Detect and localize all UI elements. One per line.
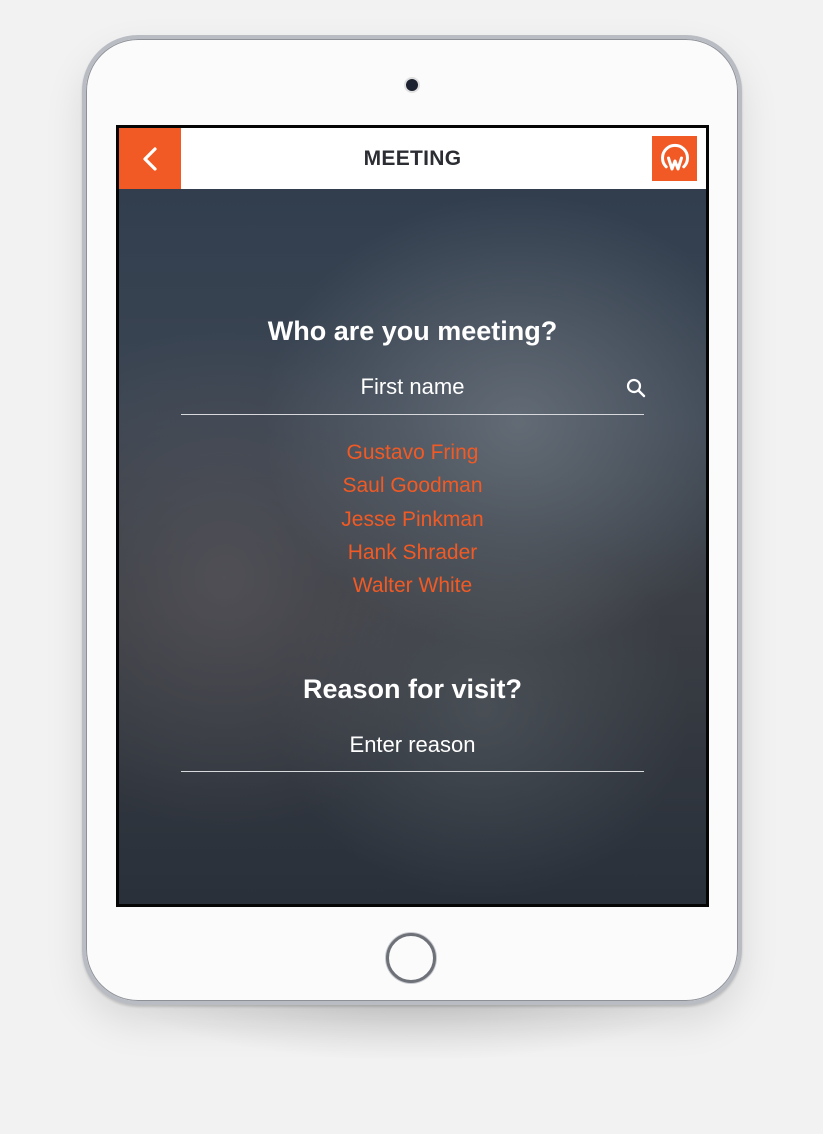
- camera-icon: [406, 79, 418, 91]
- search-input-underline: [181, 414, 644, 415]
- meeting-heading: Who are you meeting?: [267, 316, 558, 346]
- reason-input[interactable]: [181, 725, 644, 765]
- result-item[interactable]: Jesse Pinkman: [119, 503, 706, 536]
- result-item[interactable]: Gustavo Fring: [119, 436, 706, 469]
- app-screen: MEETING Who are you meeting? Gustavo Fri…: [116, 125, 709, 907]
- search-results-list: Gustavo Fring Saul Goodman Jesse Pinkman…: [119, 436, 706, 602]
- reason-heading: Reason for visit?: [302, 674, 523, 704]
- search-icon[interactable]: [625, 377, 647, 399]
- back-button[interactable]: [119, 128, 181, 189]
- home-button-icon[interactable]: [386, 933, 436, 983]
- reason-input-underline: [181, 771, 644, 772]
- result-item[interactable]: Hank Shrader: [119, 536, 706, 569]
- brand-logo[interactable]: [652, 136, 697, 181]
- chevron-left-icon: [143, 146, 157, 171]
- result-item[interactable]: Saul Goodman: [119, 469, 706, 502]
- w-logo-icon: [660, 143, 689, 170]
- result-item[interactable]: Walter White: [119, 569, 706, 602]
- stage: MEETING Who are you meeting? Gustavo Fri…: [0, 0, 823, 1134]
- page-title: MEETING: [363, 147, 462, 170]
- app-header: MEETING: [119, 128, 706, 189]
- first-name-search-input[interactable]: [181, 367, 644, 407]
